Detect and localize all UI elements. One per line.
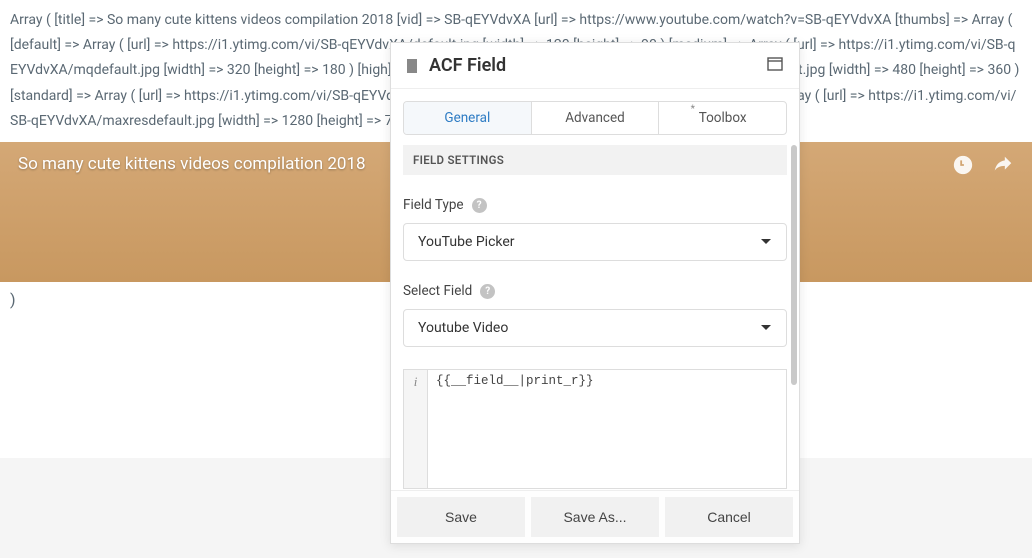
code-gutter: i — [404, 370, 428, 488]
field-type-select[interactable]: YouTube Picker — [403, 223, 787, 261]
tab-toolbox[interactable]: *Toolbox — [659, 102, 786, 134]
section-field-settings: FIELD SETTINGS — [403, 145, 787, 175]
select-field-label: Select Field ? — [403, 283, 787, 299]
select-field-select[interactable]: Youtube Video — [403, 309, 787, 347]
watch-later-icon[interactable] — [952, 154, 974, 180]
cancel-button[interactable]: Cancel — [665, 497, 793, 537]
save-button[interactable]: Save — [397, 497, 525, 537]
chevron-down-icon — [760, 320, 772, 336]
drag-handle-icon[interactable] — [407, 59, 417, 73]
window-icon[interactable] — [767, 56, 783, 75]
modal-body: FIELD SETTINGS Field Type ? YouTube Pick… — [391, 135, 799, 490]
tabs: General Advanced *Toolbox — [403, 101, 787, 135]
help-icon[interactable]: ? — [472, 198, 487, 213]
modal-title: ACF Field — [429, 55, 767, 76]
tab-advanced[interactable]: Advanced — [532, 102, 660, 134]
modal-header: ACF Field — [391, 43, 799, 89]
code-content[interactable]: {{__field__|print_r}} — [428, 370, 786, 488]
chevron-down-icon — [760, 234, 772, 250]
modal-footer: Save Save As... Cancel — [391, 490, 799, 543]
help-icon[interactable]: ? — [480, 284, 495, 299]
tab-general[interactable]: General — [404, 102, 532, 134]
scrollbar[interactable] — [791, 145, 797, 480]
field-type-label: Field Type ? — [403, 197, 787, 213]
save-as-button[interactable]: Save As... — [531, 497, 659, 537]
template-code-editor[interactable]: i {{__field__|print_r}} — [403, 369, 787, 489]
acf-field-modal: ACF Field General Advanced *Toolbox FIEL… — [390, 42, 800, 544]
share-icon[interactable] — [992, 154, 1014, 180]
video-title: So many cute kittens videos compilation … — [18, 154, 366, 174]
